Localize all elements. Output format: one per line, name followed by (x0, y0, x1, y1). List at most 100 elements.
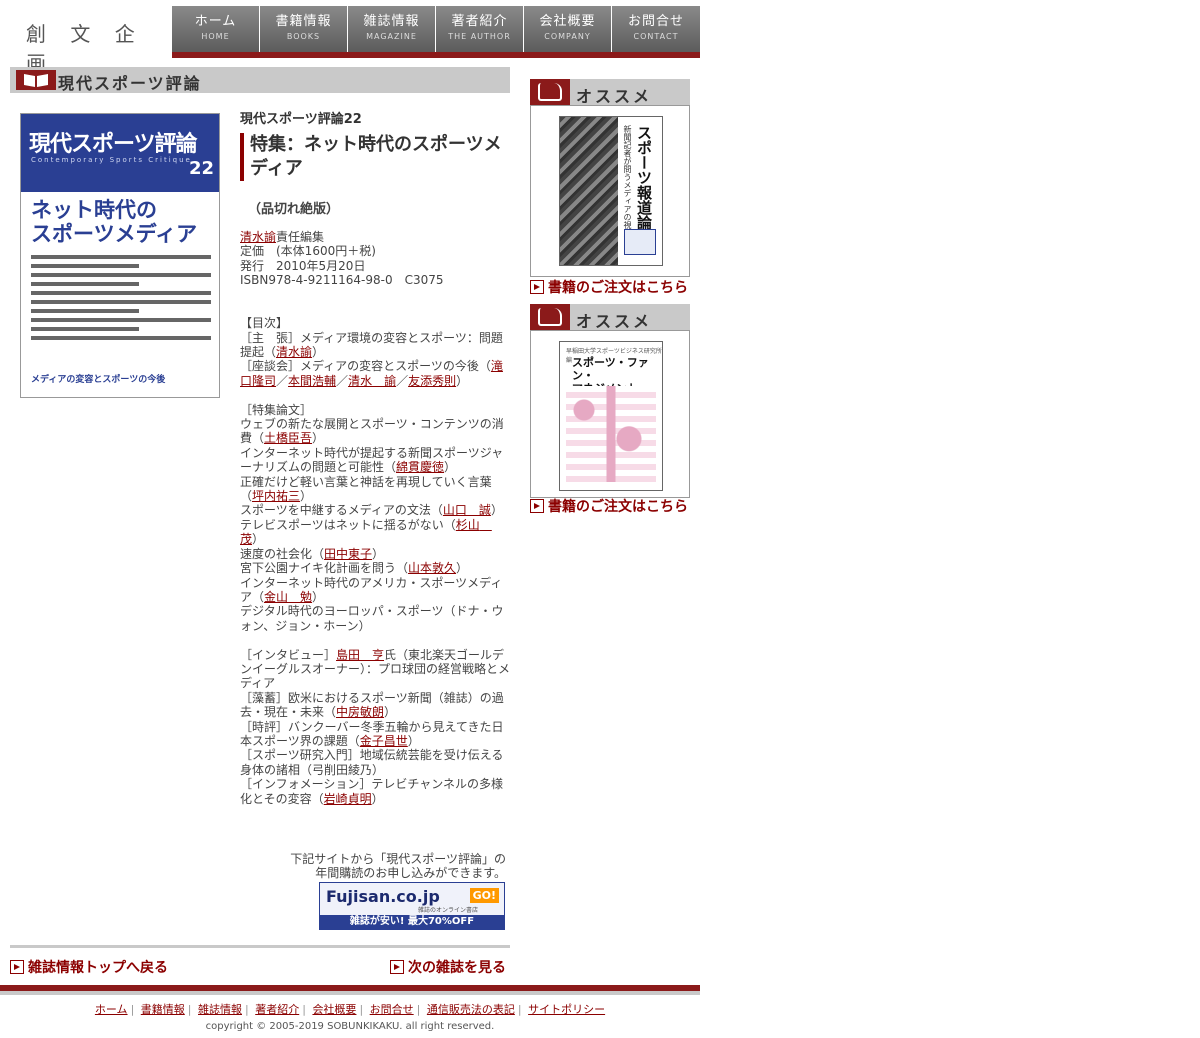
footer-link-legal[interactable]: 通信販売法の表記 (427, 1003, 515, 1016)
price: 定価 (本体1600円＋税) (240, 244, 376, 259)
recommended-book-cover[interactable]: スポーツ報道論 新聞記者が問うメディアの視点 (559, 116, 663, 266)
toc-item: ［インフォメーション］テレビチャンネルの多様化とその変容（岩崎貞明） (240, 777, 510, 806)
nav-home[interactable]: ホーム HOME (172, 6, 259, 52)
nav-sublabel: THE AUTHOR (448, 32, 511, 41)
author-link[interactable]: 本間浩輔 (288, 374, 336, 388)
open-book-icon (16, 70, 56, 90)
toc-item: ウェブの新たな展開とスポーツ・コンテンツの消費（土橋臣吾） (240, 417, 510, 446)
separator: | (245, 1003, 249, 1016)
footer-link-contact[interactable]: お問合せ (370, 1003, 414, 1016)
fujisan-banner[interactable]: Fujisan.co.jp GO! 雑誌のオンライン書店 雑誌が安い! 最大70… (319, 882, 505, 930)
toc-text: ） (456, 373, 469, 388)
nav-label: 書籍情報 (275, 14, 332, 29)
toc-text: （ (478, 359, 491, 374)
author-link[interactable]: 金子昌世 (360, 734, 408, 748)
toc-text: ） (312, 345, 325, 360)
cover-contents-lines (31, 250, 211, 345)
author-link[interactable]: 岩崎貞明 (324, 792, 372, 806)
nav-sublabel: CONTACT (633, 32, 679, 41)
cover-subtitle: メディアの変容とスポーツの今後 (31, 375, 166, 385)
nav-company[interactable]: 会社概要 COMPANY (524, 6, 611, 52)
toc-text: ） (490, 503, 503, 518)
separator: | (187, 1003, 192, 1016)
order-books-link[interactable]: 書籍のご注文はこちら (530, 496, 688, 516)
subscription-line: 年間購読のお申し込みができます。 (315, 866, 506, 881)
site-logo[interactable]: 創 文 企 画 (0, 0, 172, 75)
author-link[interactable]: 田中東子 (324, 547, 372, 561)
nav-author[interactable]: 著者紹介 THE AUTHOR (436, 6, 523, 52)
author-link[interactable]: 中房敏朗 (336, 705, 384, 719)
hand-icon (530, 304, 570, 330)
author-link[interactable]: 金山 勉 (264, 590, 312, 604)
subscription-text: 下記サイトから「現代スポーツ評論」の 年間購読のお申し込みができます。 (282, 852, 506, 881)
nav-label: 著者紹介 (451, 14, 508, 29)
nav-books[interactable]: 書籍情報 BOOKS (260, 6, 347, 52)
recommend-panel-1: オススメ スポーツ報道論 新聞記者が問うメディアの視点 書籍のご注文はこちら (530, 79, 690, 297)
toc-text: ［インタビュー］ (240, 647, 337, 662)
recommend-box: 早稲田大学スポーツビジネス研究所 編 スポーツ・ファン・ マネジメント (530, 330, 690, 498)
toc-text: ／ (396, 373, 409, 388)
order-link-label: 書籍のご注文はこちら (548, 280, 688, 296)
footer-nav: ホーム | 書籍情報 | 雑誌情報 | 著者紹介 | 会社概要 | お問合せ | 通信販売法… (0, 1001, 700, 1017)
fujisan-go-badge: GO! (469, 888, 499, 903)
content-divider (10, 945, 510, 948)
toc-text: ） (312, 431, 325, 446)
toc-text: ） (312, 589, 325, 604)
author-link[interactable]: 坪内祐三 (252, 489, 300, 503)
footer-link-books[interactable]: 書籍情報 (141, 1003, 185, 1016)
section-title-bar: 現代スポーツ評論 (10, 67, 510, 93)
fujisan-logo: Fujisan.co.jp (326, 887, 440, 906)
arrow-right-icon (530, 499, 544, 513)
back-to-magazine-top-link[interactable]: 雑誌情報トップへ戻る (10, 957, 168, 977)
author-link[interactable]: 島田 亨 (336, 648, 384, 662)
nav-label: 会社概要 (539, 14, 596, 29)
cover-line (31, 327, 139, 331)
footer-link-home[interactable]: ホーム (95, 1003, 128, 1016)
author-link[interactable]: 友添秀則 (408, 374, 456, 388)
recommended-book-cover[interactable]: 早稲田大学スポーツビジネス研究所 編 スポーツ・ファン・ マネジメント (559, 341, 663, 491)
author-link[interactable]: 土橋臣吾 (264, 431, 312, 445)
separator: | (302, 1003, 306, 1016)
toc-item: インターネット時代が提起する新聞スポーツジャーナリズムの問題と可能性（綿貫慶徳） (240, 446, 510, 475)
cover-issue-number: 22 (189, 158, 215, 179)
recommend-panel-2: オススメ 早稲田大学スポーツビジネス研究所 編 スポーツ・ファン・ マネジメント… (530, 304, 690, 516)
nav-sublabel: BOOKS (286, 32, 321, 41)
footer-link-company[interactable]: 会社概要 (312, 1003, 356, 1016)
nav-magazine[interactable]: 雑誌情報 MAGAZINE (348, 6, 435, 52)
subscription-line: 下記サイトから「現代スポーツ評論」の (290, 852, 506, 866)
toc-item: ［インタビュー］島田 亨氏（東北楽天ゴールデンイーグルスオーナー）：プロ球団の経… (240, 648, 510, 691)
recommend-heading: オススメ (576, 312, 653, 331)
author-link[interactable]: 清水 諭 (348, 374, 396, 388)
footer-link-policy[interactable]: サイトポリシー (528, 1003, 605, 1016)
toc-text: ） (372, 546, 385, 561)
toc-text: ） (407, 733, 420, 748)
book-title: スポーツ報道論 (635, 125, 653, 230)
toc-text: 宮下公園ナイキ化計画を問う（ (240, 561, 409, 576)
toc-text: スポーツを中継するメディアの文法（ (240, 503, 443, 518)
author-link[interactable]: 綿貫慶徳 (396, 460, 444, 474)
author-link[interactable]: 山口 誠 (443, 503, 491, 517)
toc-item: デジタル時代のヨーロッパ・スポーツ（ドナ・ウォン、ジョン・ホーン） (240, 604, 504, 633)
fujisan-promo: 雑誌が安い! 最大70%OFF (320, 915, 504, 929)
toc-item: ［座談会］メディアの変容とスポーツの今後（滝口隆司／本間浩輔／清水 諭／友添秀則… (240, 359, 510, 388)
main-nav: ホーム HOME 書籍情報 BOOKS 雑誌情報 MAGAZINE 著者紹介 THE A… (172, 6, 700, 52)
cover-en-title: Contemporary Sports Critique (31, 156, 192, 164)
author-link[interactable]: 山本敦久 (408, 561, 456, 575)
cover-art (566, 386, 656, 482)
editor-suffix: 責任編集 (276, 229, 325, 244)
author-link[interactable]: 清水諭 (276, 345, 312, 359)
toc-item: 正確だけど軽い言葉と神話を再現していく言葉（坪内祐三） (240, 475, 510, 504)
footer-link-magazine[interactable]: 雑誌情報 (198, 1003, 242, 1016)
nav-contact[interactable]: お問合せ CONTACT (612, 6, 700, 52)
editor-link[interactable]: 清水諭 (240, 230, 276, 244)
order-books-link[interactable]: 書籍のご注文はこちら (530, 277, 688, 297)
feature-title: 特集：ネット時代のスポーツメディア (240, 133, 510, 182)
nav-label: ホーム (194, 14, 237, 29)
separator: | (517, 1003, 522, 1016)
footer-link-author[interactable]: 著者紹介 (255, 1003, 299, 1016)
arrow-right-icon (530, 280, 544, 294)
next-magazine-link[interactable]: 次の雑誌を見る (390, 957, 506, 977)
cover-line (31, 291, 211, 295)
